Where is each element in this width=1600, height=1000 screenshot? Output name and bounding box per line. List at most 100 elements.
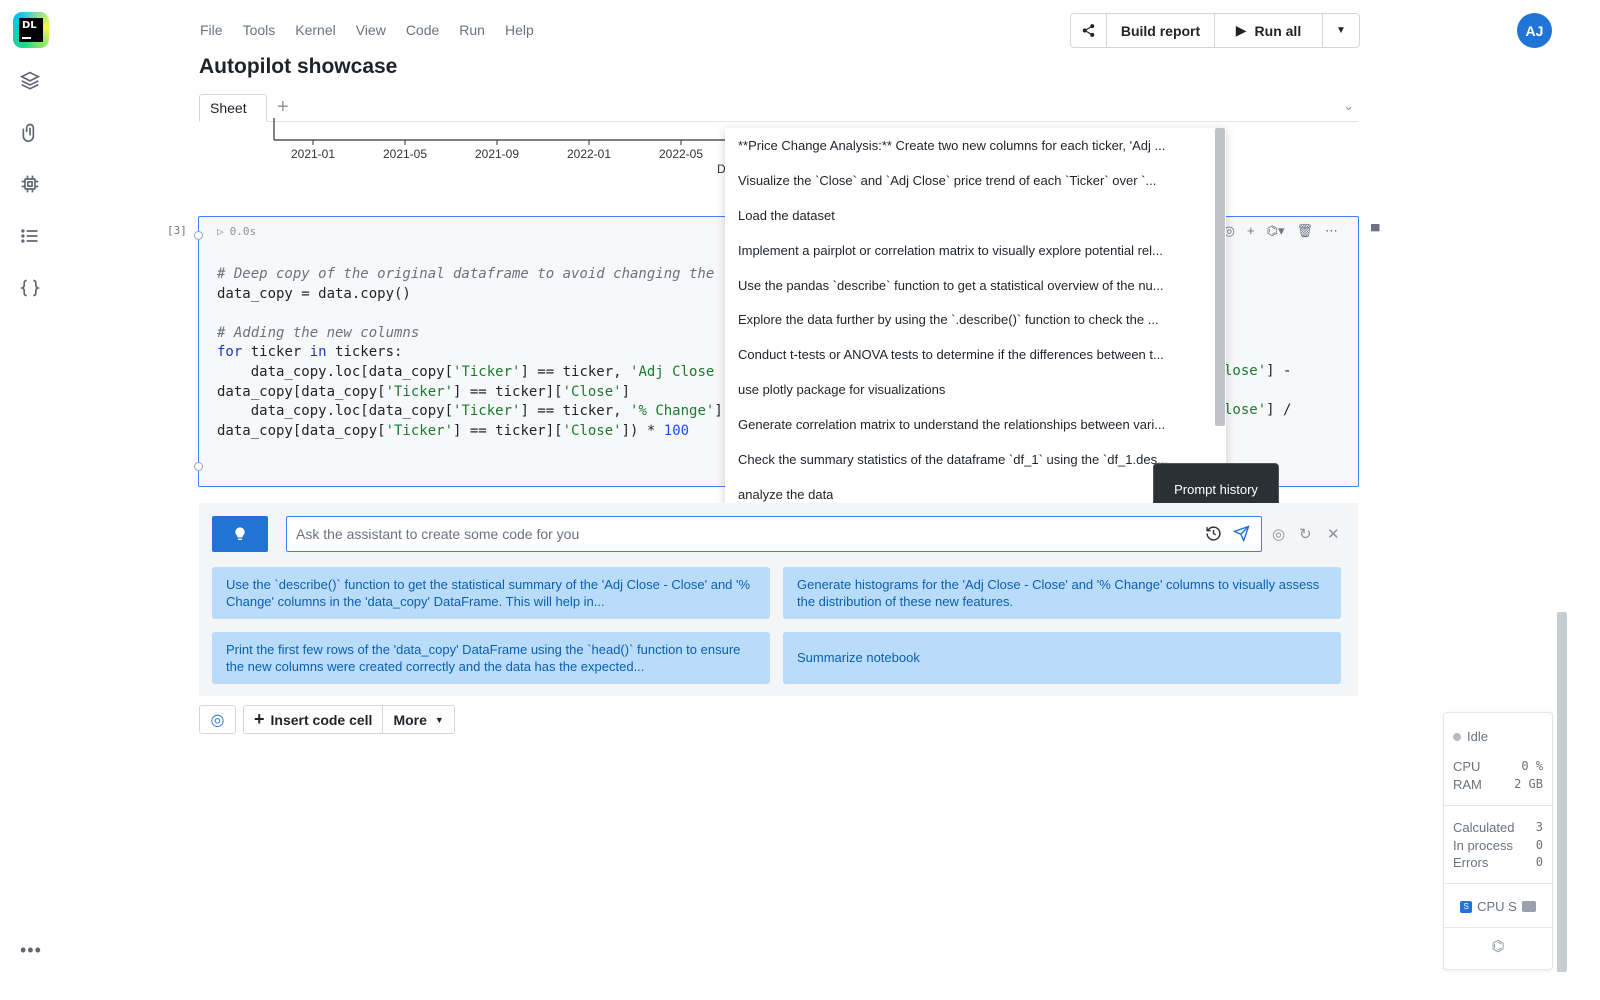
ai-settings-icon[interactable]: ◎ [1272, 525, 1285, 543]
add-sheet-icon[interactable]: + [277, 96, 289, 119]
page-scrollbar[interactable] [1557, 612, 1567, 972]
code-string: 'Close' [562, 383, 622, 400]
outline-list-icon[interactable] [18, 224, 42, 248]
x-tick-label: 2022-05 [659, 147, 703, 161]
assistant-prompt-input[interactable] [286, 516, 1262, 552]
caret-down-icon: ▼ [1336, 25, 1346, 36]
code-keyword: in [309, 344, 327, 361]
menu-kernel[interactable]: Kernel [295, 22, 335, 38]
refresh-icon[interactable]: ↻ [1299, 525, 1312, 543]
code-number: 100 [663, 422, 690, 439]
ai-assistant-button[interactable]: ◎ [199, 705, 236, 734]
user-avatar[interactable]: AJ [1517, 13, 1552, 48]
menu-view[interactable]: View [356, 22, 386, 38]
ram-value: 2 GB [1514, 777, 1543, 791]
calculated-value: 3 [1535, 820, 1543, 834]
prompt-history-text: Use the pandas `describe` function to ge… [738, 277, 1164, 293]
cell-more-icon[interactable]: ⋯ [1325, 223, 1338, 239]
prompt-history-text: Visualize the `Close` and `Adj Close` pr… [738, 172, 1157, 188]
menu-tools[interactable]: Tools [243, 22, 276, 38]
prompt-history-item[interactable]: Check the summary statistics of the data… [725, 442, 1226, 477]
run-cell-icon[interactable]: ▷ [217, 225, 224, 238]
code-string: 'Ticker' [453, 403, 521, 420]
cell-collapse-handle[interactable] [194, 231, 203, 240]
suggestion-card[interactable]: Summarize notebook [783, 632, 1341, 684]
suggestion-card[interactable]: Generate histograms for the 'Adj Close -… [783, 567, 1341, 619]
play-icon: ▶ [1235, 22, 1247, 38]
prompt-history-item[interactable]: Generate correlation matrix to understan… [725, 407, 1226, 442]
more-dots-icon[interactable]: ••• [20, 940, 42, 961]
delete-cell-icon[interactable]: 🗑 [1296, 223, 1313, 239]
close-icon[interactable]: ✕ [1327, 525, 1340, 543]
code-keyword: for [217, 344, 243, 361]
run-all-button[interactable]: ▶ Run all [1215, 14, 1323, 47]
comment-icon[interactable]: ▀ [1371, 224, 1380, 238]
errors-label: Errors [1453, 855, 1489, 870]
chip-icon[interactable] [18, 172, 42, 196]
python-cell-type-icon[interactable]: ⌬▾ [1267, 223, 1285, 239]
insert-code-cell-label: Insert code cell [270, 711, 373, 728]
code-token: ] == ticker][ [453, 383, 563, 400]
errors-value: 0 [1535, 855, 1543, 869]
prompt-history-text: Generate correlation matrix to understan… [738, 417, 1166, 433]
share-button[interactable] [1071, 14, 1107, 47]
prompt-history-item[interactable]: Explore the data further by using the `.… [725, 302, 1226, 337]
code-string: 'Adj Close [630, 363, 715, 380]
logo-text: DL [22, 20, 37, 31]
cell-time-value: 0.0s [229, 225, 257, 238]
menu-help[interactable]: Help [505, 22, 534, 38]
prompt-history-text: use plotly package for visualizations [738, 382, 946, 398]
kernel-state: Idle [1467, 729, 1488, 744]
prompt-history-item[interactable]: Implement a pairplot or correlation matr… [725, 233, 1226, 268]
layers-icon[interactable] [18, 68, 42, 92]
dropdown-scrollbar[interactable] [1215, 128, 1225, 426]
menu-file[interactable]: File [200, 22, 223, 38]
notebook-title[interactable]: Autopilot showcase [199, 55, 397, 79]
suggestion-card[interactable]: Use the `describe()` function to get the… [212, 567, 770, 619]
ram-label: RAM [1453, 777, 1482, 792]
x-tick-label: 2021-01 [291, 147, 335, 161]
inprocess-value: 0 [1535, 838, 1543, 852]
machine-selector[interactable]: S CPU S [1453, 899, 1543, 914]
prompt-history-item[interactable]: Visualize the `Close` and `Adj Close` pr… [725, 163, 1226, 198]
plus-icon: + [254, 709, 265, 729]
cpu-label: CPU [1453, 759, 1481, 774]
history-icon[interactable] [1205, 525, 1222, 546]
machine-tag-icon [1521, 901, 1536, 912]
status-dot-icon [1453, 732, 1461, 741]
prompt-history-item[interactable]: **Price Change Analysis:** Create two ne… [725, 128, 1226, 163]
variables-braces-icon[interactable] [18, 276, 42, 300]
run-dropdown-button[interactable]: ▼ [1323, 14, 1359, 47]
datalore-logo-icon[interactable]: DL [13, 12, 49, 48]
code-token: ] == ticker, [520, 403, 631, 420]
more-button[interactable]: More ▼ [383, 706, 453, 733]
ai-swirl-icon: ◎ [210, 711, 225, 729]
prompt-history-item[interactable]: Load the dataset [725, 198, 1226, 233]
insert-code-cell-button[interactable]: + Insert code cell [244, 706, 384, 733]
code-token: ] [714, 403, 723, 420]
code-token: ] - [1266, 363, 1292, 379]
prompt-history-item[interactable]: use plotly package for visualizations [725, 372, 1226, 407]
chevron-down-icon[interactable]: ⌄ [1343, 98, 1354, 114]
add-cell-icon[interactable]: + [1247, 223, 1255, 239]
suggestion-card[interactable]: Print the first few rows of the 'data_co… [212, 632, 770, 684]
cell-resize-handle[interactable] [194, 462, 203, 471]
left-rail: DL ••• [0, 0, 62, 1000]
code-editor[interactable]: # Deep copy of the original dataframe to… [217, 265, 723, 441]
prompt-history-item[interactable]: Use the pandas `describe` function to ge… [725, 268, 1226, 303]
code-token: ]) * [621, 422, 664, 439]
menu-bar: File Tools Kernel View Code Run Help [200, 22, 534, 38]
menu-run[interactable]: Run [459, 22, 485, 38]
attachment-icon[interactable] [18, 120, 42, 144]
prompt-history-item[interactable]: Conduct t-tests or ANOVA tests to determ… [725, 337, 1226, 372]
machine-s-badge-icon: S [1460, 900, 1473, 913]
suggestions-button[interactable] [212, 516, 268, 552]
run-all-label: Run all [1254, 22, 1302, 39]
x-tick-label: 2022-01 [567, 147, 611, 161]
menu-code[interactable]: Code [406, 22, 439, 38]
cell-toolbar: ◎ + ⌬▾ 🗑 ⋯ [1224, 223, 1338, 239]
python-icon[interactable]: ⌬ [1491, 937, 1504, 955]
inprocess-label: In process [1453, 838, 1513, 853]
build-report-button[interactable]: Build report [1107, 14, 1215, 47]
send-icon[interactable] [1232, 525, 1250, 546]
